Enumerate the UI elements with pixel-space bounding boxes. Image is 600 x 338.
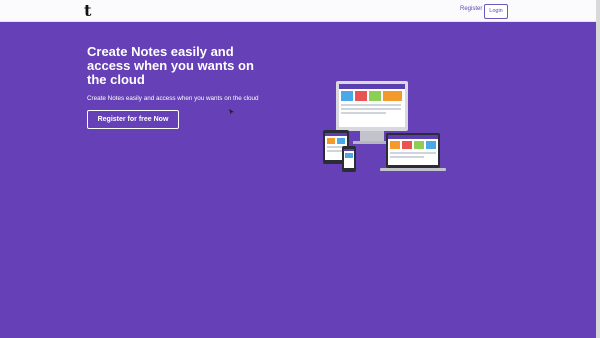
hero-subtitle: Create Notes easily and access when you … <box>87 95 259 102</box>
logo-icon[interactable]: t <box>84 3 98 19</box>
login-button[interactable]: Login <box>484 4 508 19</box>
devices-illustration <box>323 81 446 172</box>
register-link[interactable]: Register <box>460 6 482 12</box>
hero-title: Create Notes easily and access when you … <box>87 44 254 87</box>
cursor-icon <box>229 109 234 115</box>
scrollbar[interactable] <box>596 0 600 338</box>
register-cta-button[interactable]: Register for free Now <box>87 110 179 129</box>
top-navbar: t Register Login <box>0 0 596 22</box>
